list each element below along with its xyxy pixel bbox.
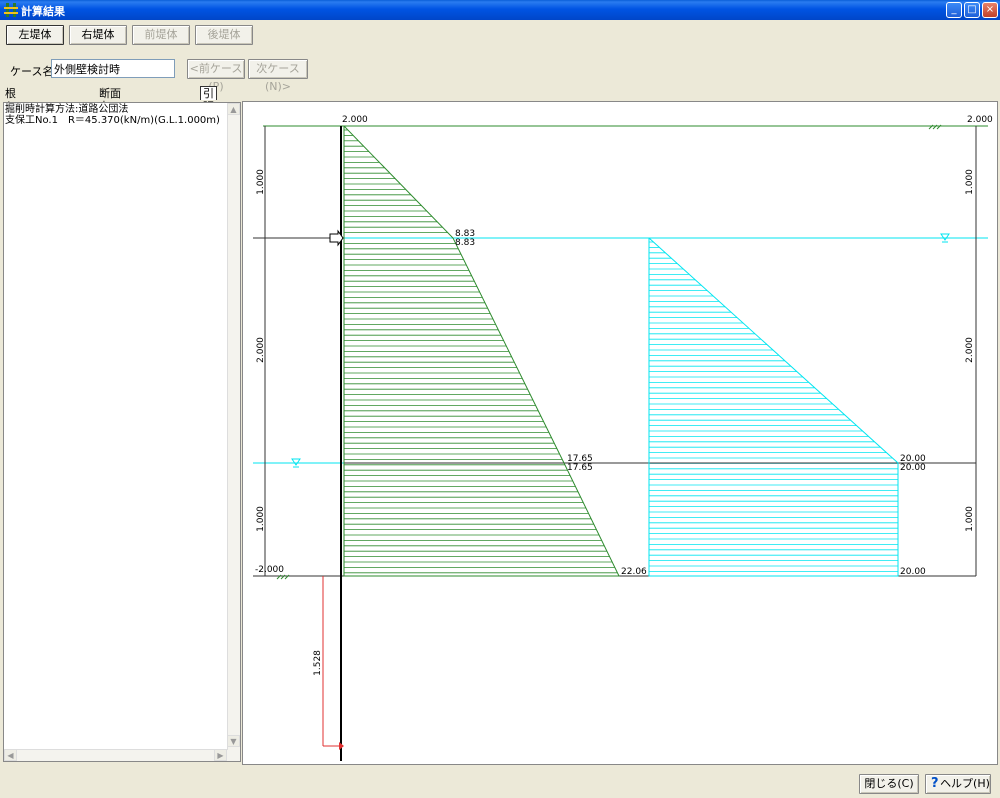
title-bar: 計算結果 _ □ × [0, 0, 1000, 20]
active-pressure-value: 8.83 [455, 238, 475, 248]
help-icon: ? [931, 776, 939, 791]
right-dim-3: 1.000 [965, 506, 975, 532]
diagram-canvas: 2.000 2.000 -2.000 1.000 2.000 1.000 1.0… [242, 101, 998, 765]
right-dim-2: 2.000 [965, 337, 975, 363]
front-body-button[interactable]: 前堤体 [132, 25, 190, 45]
water-pressure-value: 20.00 [900, 567, 926, 577]
minimize-button[interactable]: _ [946, 2, 962, 18]
help-label: ヘルプ(H) [940, 777, 990, 790]
left-dim-3: 1.000 [256, 506, 266, 532]
prev-case-button[interactable]: <前ケース(P) [187, 59, 245, 93]
embedment-dim-label: 1.528 [313, 650, 323, 676]
scroll-right-icon[interactable]: ▶ [214, 749, 227, 761]
left-dim-1: 1.000 [256, 169, 266, 195]
result-text-panel[interactable]: 掘削時計算方法:道路公団法 支保工No.1 R＝45.370(kN/m)(G.L… [3, 102, 241, 762]
footer-bar: 閉じる(C) ? ヘルプ(H) [0, 766, 1000, 798]
active-pressure-value: 17.65 [567, 463, 593, 473]
case-name-label: ケース名 [10, 65, 54, 78]
tab-section-force[interactable]: 断面力、変位、剛性検討 [96, 86, 124, 165]
left-dim-2: 2.000 [256, 337, 266, 363]
tab-anchor-reaction[interactable]: 引張材反力 [200, 86, 217, 152]
scroll-down-icon[interactable]: ▼ [227, 735, 240, 747]
support-reaction-text: 支保工No.1 R＝45.370(kN/m)(G.L.1.000m) [5, 115, 220, 126]
maximize-button[interactable]: □ [964, 2, 980, 18]
help-button[interactable]: ? ヘルプ(H) [925, 774, 991, 794]
water-pressure-value: 20.00 [900, 463, 926, 473]
ground-hatch-icon [276, 124, 942, 580]
right-dim-1: 1.000 [965, 169, 975, 195]
top-level-right-label: 2.000 [967, 115, 993, 125]
water-pressure-outline [648, 237, 899, 577]
calc-method-text: 掘削時計算方法:道路公団法 [5, 104, 129, 115]
close-button[interactable]: 閉じる(C) [859, 774, 919, 794]
rear-body-button[interactable]: 後堤体 [195, 25, 253, 45]
pressure-diagram: 2.000 2.000 -2.000 1.000 2.000 1.000 1.0… [253, 115, 993, 761]
right-body-button[interactable]: 右堤体 [69, 25, 127, 45]
horizontal-scrollbar[interactable]: ◀ ▶ [4, 749, 228, 761]
tab-embedment-stability[interactable]: 根入れ部の安定計算 [2, 86, 19, 204]
bottom-level-label: -2.000 [255, 565, 284, 575]
water-pressure-hatch [649, 241, 898, 572]
scroll-left-icon[interactable]: ◀ [4, 749, 17, 761]
app-icon [4, 3, 18, 17]
vertical-scrollbar[interactable]: ▲ ▼ [227, 103, 240, 761]
active-pressure-hatch [344, 129, 618, 574]
top-level-label: 2.000 [342, 115, 368, 125]
scroll-up-icon[interactable]: ▲ [227, 103, 240, 115]
case-name-field[interactable]: 外側壁検討時 [51, 59, 175, 78]
next-case-button[interactable]: 次ケース(N)> [248, 59, 308, 93]
window-title: 計算結果 [21, 5, 65, 18]
active-pressure-value: 22.06 [621, 567, 647, 577]
close-window-button[interactable]: × [982, 2, 998, 18]
left-body-button[interactable]: 左堤体 [6, 25, 64, 45]
